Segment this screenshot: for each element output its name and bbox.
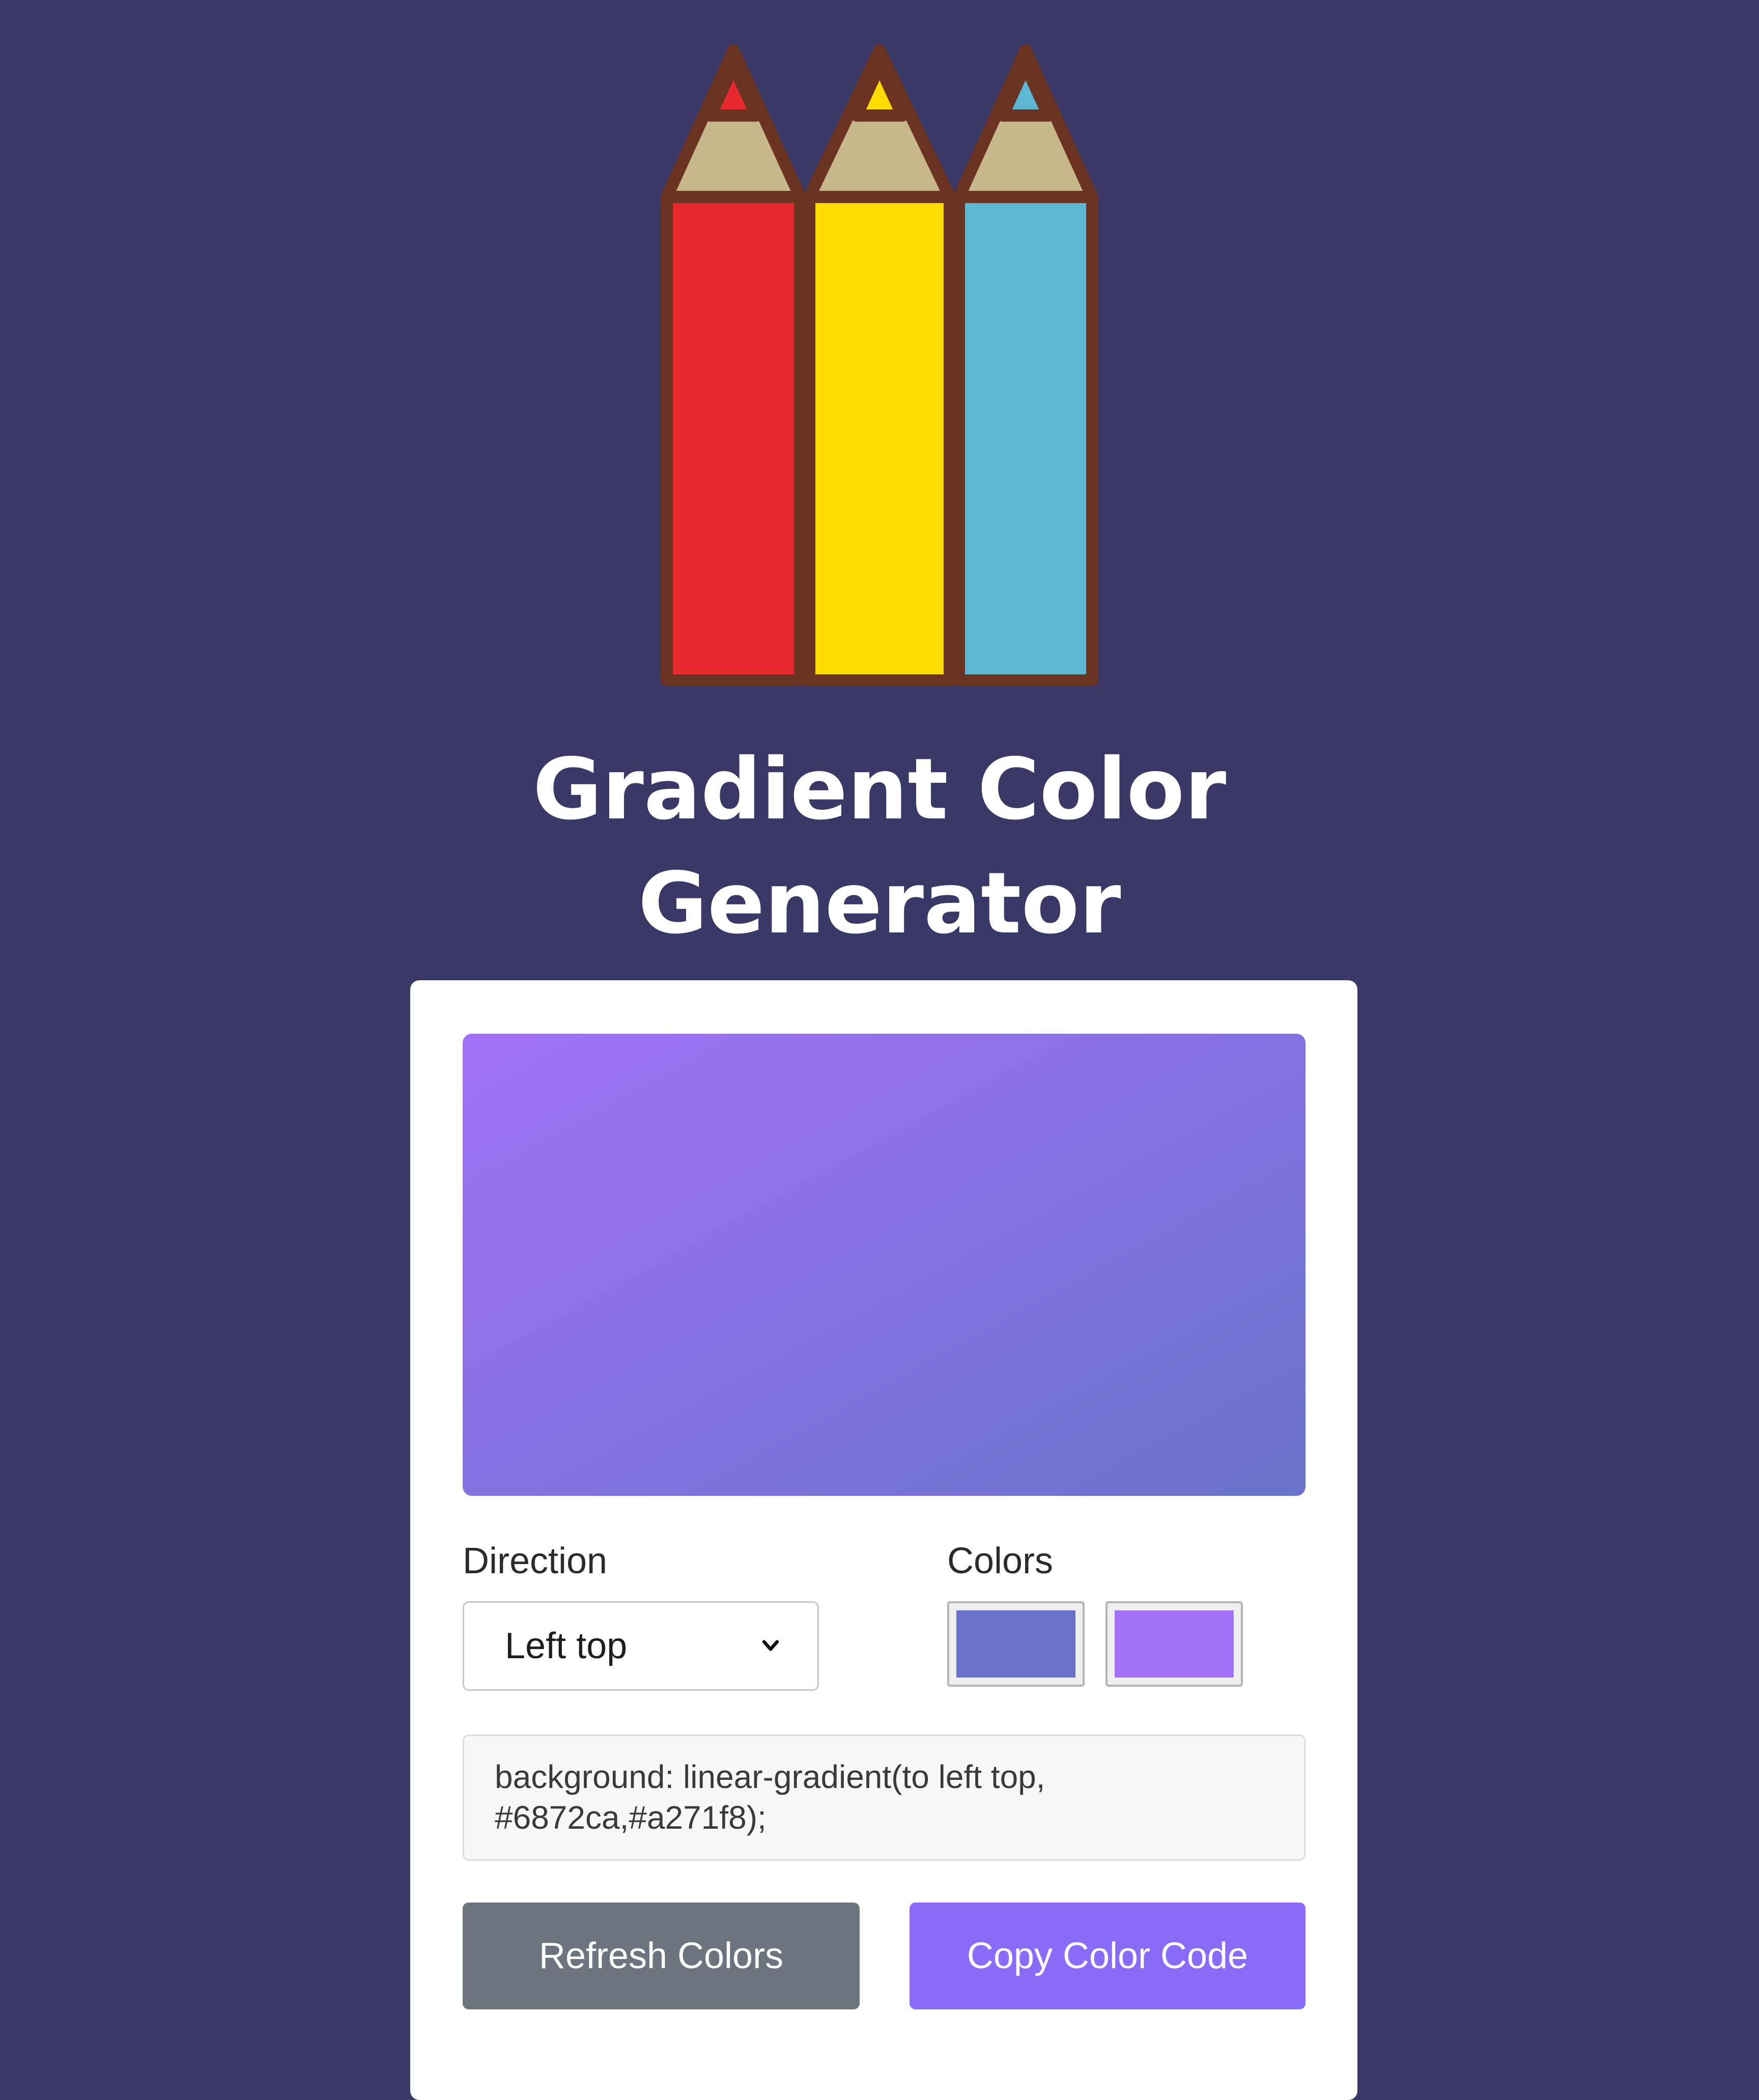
colored-pencils-logo-icon: [661, 44, 1098, 686]
color-picker-2-swatch: [1115, 1610, 1234, 1678]
page-title-line-2: Generator: [638, 855, 1121, 953]
page-title: Gradient Color Generator: [0, 733, 1759, 961]
color-picker-1-swatch: [956, 1610, 1075, 1678]
gradient-preview-box: [463, 1034, 1306, 1496]
page-title-line-1: Gradient Color: [532, 741, 1227, 839]
yellow-pencil-icon: [803, 44, 956, 686]
direction-select[interactable]: Left top: [463, 1601, 819, 1691]
direction-select-value: Left top: [505, 1626, 628, 1666]
direction-label: Direction: [463, 1541, 608, 1581]
color-code-textarea[interactable]: background: linear-gradient(to left top,…: [463, 1735, 1306, 1861]
colors-label: Colors: [947, 1541, 1054, 1581]
generator-card: Direction Left top Colors background: li…: [410, 980, 1357, 2100]
copy-color-code-button[interactable]: Copy Color Code: [910, 1903, 1306, 2009]
color-picker-2[interactable]: [1105, 1601, 1243, 1687]
blue-pencil-icon: [953, 44, 1098, 686]
color-picker-1[interactable]: [947, 1601, 1085, 1687]
refresh-colors-button[interactable]: Refresh Colors: [463, 1903, 860, 2009]
red-pencil-icon: [661, 44, 806, 686]
chevron-down-icon: [762, 1640, 779, 1651]
